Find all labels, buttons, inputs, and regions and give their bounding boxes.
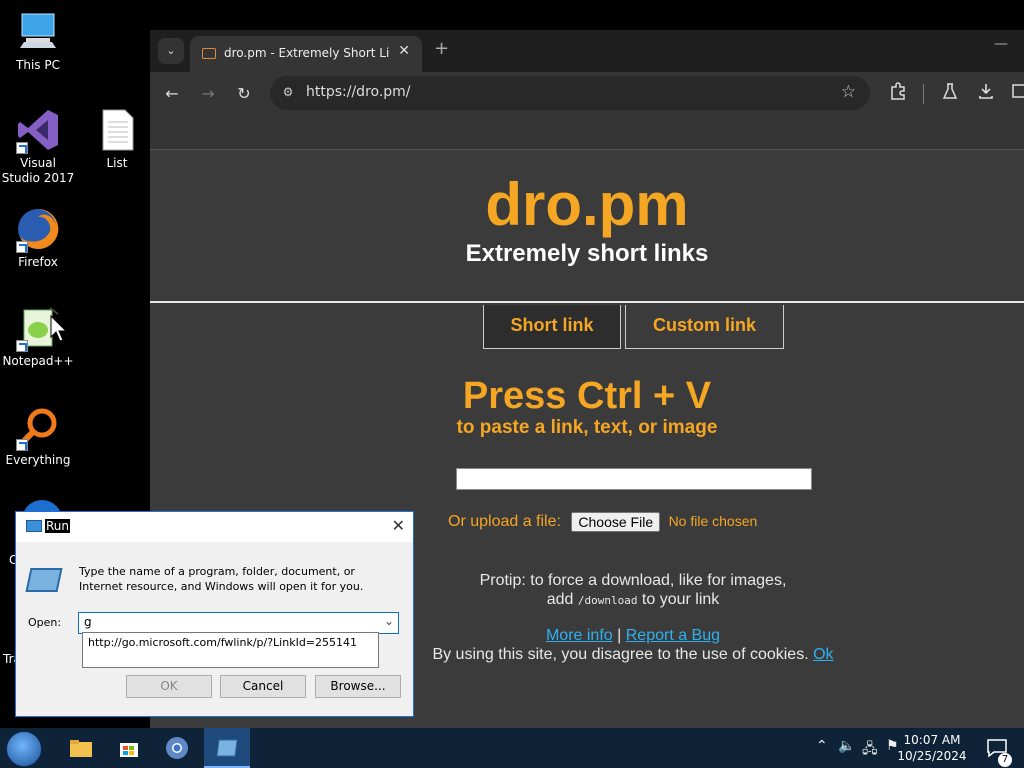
chrome-taskbar-icon[interactable]: [154, 728, 200, 768]
desktop-icon-label: This PC: [16, 58, 60, 72]
run-input-value: g: [84, 615, 92, 629]
text-file-icon: [93, 106, 141, 154]
shortcut-arrow-icon: [16, 142, 28, 154]
short-link-tab[interactable]: Short link: [483, 305, 621, 349]
more-info-link[interactable]: More info: [546, 627, 613, 644]
notification-count-badge: 7: [998, 753, 1012, 767]
taskbar: ⌃ 🔈 🖧 ⚑ 10:07 AM 10/25/2024 7: [0, 728, 1024, 768]
choose-file-button[interactable]: Choose File: [571, 512, 661, 532]
protip-end: to your link: [641, 591, 720, 608]
desktop-icon-visual-studio[interactable]: Visual Studio 2017: [0, 106, 76, 186]
cookie-notice: By using this site, you disagree to the …: [432, 646, 809, 663]
desktop-icon-label: Visual Studio 2017: [1, 156, 75, 185]
close-icon[interactable]: ✕: [398, 43, 410, 59]
chevron-down-icon[interactable]: ⌄: [384, 614, 394, 628]
shortcut-arrow-icon: [16, 241, 28, 253]
extensions-icon[interactable]: [886, 82, 910, 106]
paste-heading: Press Ctrl + V: [462, 375, 712, 417]
upload-row: Or upload a file: Choose File No file ch…: [448, 512, 757, 532]
chevron-down-icon: ⌄: [166, 44, 176, 57]
run-title-bar[interactable]: Run ✕: [16, 512, 413, 542]
bookmark-star-icon[interactable]: ☆: [841, 82, 856, 102]
new-tab-button[interactable]: +: [434, 38, 449, 59]
protip-add: add: [546, 591, 574, 608]
clock-date: 10/25/2024: [897, 749, 967, 763]
minimize-button[interactable]: —: [994, 36, 1008, 52]
clock-time: 10:07 AM: [903, 733, 961, 747]
shortcut-arrow-icon: [16, 439, 28, 451]
firefox-icon: [14, 205, 62, 253]
desktop-icon-label: List: [106, 156, 128, 170]
reload-button[interactable]: ↻: [232, 82, 256, 106]
run-app-icon: [26, 520, 42, 532]
tab-search-button[interactable]: ⌄: [158, 38, 184, 64]
bookmarks-bar: [150, 116, 1024, 150]
labs-flask-icon[interactable]: [938, 82, 962, 106]
tab-strip: ⌄ dro.pm - Extremely Short Links ✕ + —: [150, 30, 1024, 72]
desktop-icon-everything[interactable]: Everything: [0, 403, 76, 468]
upload-label: Or upload a file:: [448, 513, 561, 531]
custom-link-tab[interactable]: Custom link: [625, 305, 784, 349]
folder-favicon-icon: [202, 48, 216, 59]
address-url: https://dro.pm/: [306, 84, 411, 100]
network-icon[interactable]: 🖧: [862, 738, 878, 762]
notifications-icon[interactable]: 7: [986, 738, 1012, 767]
close-icon[interactable]: ✕: [392, 516, 405, 535]
mouse-cursor-icon: [50, 314, 70, 347]
browser-toolbar: ← → ↻ ⚙ https://dro.pm/ ☆: [150, 72, 1024, 116]
file-status: No file chosen: [668, 513, 758, 530]
start-button[interactable]: [6, 731, 42, 767]
report-bug-link[interactable]: Report a Bug: [626, 627, 720, 644]
run-description: Type the name of a program, folder, docu…: [79, 565, 364, 593]
site-header: dro.pm Extremely short links: [150, 150, 1024, 303]
protip-code: /download: [577, 594, 638, 607]
desktop-icon-firefox[interactable]: Firefox: [0, 205, 76, 270]
ok-button[interactable]: OK: [126, 675, 212, 698]
site-logo[interactable]: dro.pm: [150, 150, 1024, 238]
desktop-icon-list[interactable]: List: [79, 106, 155, 171]
computer-icon: [14, 8, 62, 56]
run-program-icon: [25, 568, 63, 592]
everything-search-icon: [14, 403, 62, 451]
forward-button[interactable]: →: [196, 82, 220, 106]
system-clock[interactable]: 10:07 AM 10/25/2024: [896, 732, 968, 764]
visual-studio-icon: [14, 106, 62, 154]
run-taskbar-icon[interactable]: [204, 728, 250, 768]
footer-separator: |: [617, 627, 622, 644]
desktop-icon-label: Notepad++: [2, 354, 74, 368]
download-icon[interactable]: [974, 82, 998, 106]
site-info-icon[interactable]: ⚙: [280, 85, 296, 101]
back-button[interactable]: ←: [160, 82, 184, 106]
side-panel-icon[interactable]: [1008, 82, 1024, 106]
paste-subheading: to paste a link, text, or image: [456, 417, 718, 438]
run-dialog: Run ✕ Type the name of a program, folder…: [15, 511, 414, 717]
run-title: Run: [45, 519, 71, 533]
desktop-icon-label: Firefox: [18, 255, 58, 269]
paste-textarea[interactable]: [456, 468, 812, 490]
browser-tab[interactable]: dro.pm - Extremely Short Links ✕: [190, 36, 422, 72]
run-suggestion-item[interactable]: http://go.microsoft.com/fwlink/p/?LinkId…: [88, 636, 357, 649]
tab-title: dro.pm - Extremely Short Links: [224, 46, 390, 60]
shortcut-arrow-icon: [16, 340, 28, 352]
run-open-label: Open:: [28, 616, 62, 629]
toolbar-divider: [923, 84, 924, 104]
file-explorer-taskbar-icon[interactable]: [58, 728, 104, 768]
desktop-icon-this-pc[interactable]: This PC: [0, 8, 76, 73]
run-open-input[interactable]: g ⌄: [78, 612, 399, 634]
site-tagline: Extremely short links: [465, 240, 709, 267]
browse-button[interactable]: Browse...: [315, 675, 401, 698]
volume-muted-icon[interactable]: 🔈: [838, 738, 855, 754]
cookie-ok-link[interactable]: Ok: [813, 646, 833, 663]
desktop-icon-label: Everything: [5, 453, 71, 467]
store-taskbar-icon[interactable]: [106, 728, 152, 768]
address-bar[interactable]: ⚙ https://dro.pm/ ☆: [270, 76, 870, 110]
show-hidden-icons-chevron-icon[interactable]: ⌃: [816, 738, 828, 754]
cancel-button[interactable]: Cancel: [220, 675, 306, 698]
run-autocomplete-list: http://go.microsoft.com/fwlink/p/?LinkId…: [82, 632, 379, 668]
